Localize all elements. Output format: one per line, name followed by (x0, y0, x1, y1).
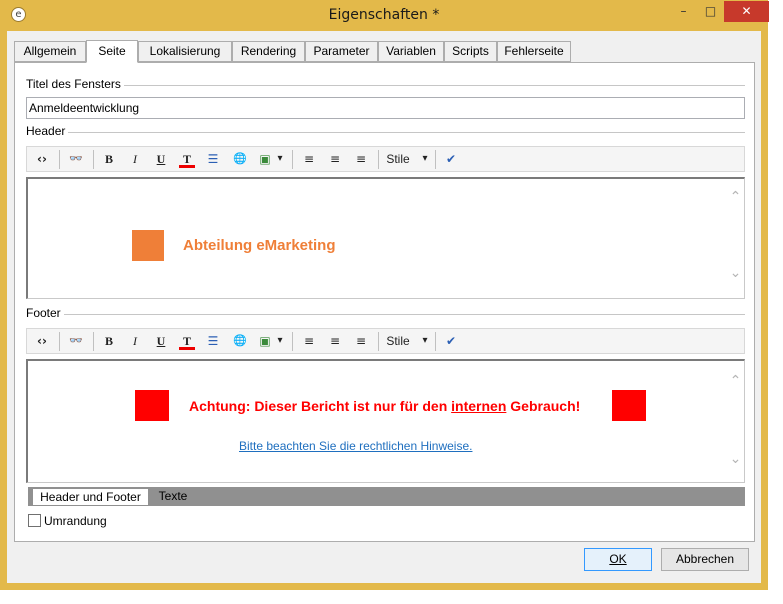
footer-label: Footer (26, 306, 64, 320)
header-toolbar: ‹› 👓 B I U T ☰ 🌐 ▣ ▾ ≡ ≡ ≡ Stile ▾ ✔ (26, 146, 745, 172)
align-right-icon[interactable]: ≡ (353, 150, 369, 168)
toolbar-separator (435, 150, 436, 169)
cancel-button-label: Abbrechen (675, 552, 735, 566)
source-code-icon[interactable]: ‹› (33, 150, 51, 168)
tab-seite[interactable]: Seite (86, 40, 138, 63)
tab-scripts[interactable]: Scripts (444, 41, 497, 62)
group-divider (66, 132, 745, 133)
text-color-button[interactable]: T (179, 332, 195, 350)
style-dropdown-icon[interactable]: ▾ (419, 332, 431, 350)
find-icon[interactable]: 👓 (66, 150, 86, 168)
underline-button[interactable]: U (153, 150, 169, 168)
toolbar-separator (93, 150, 94, 169)
footer-warning: Achtung: Dieser Bericht ist nur für den … (189, 398, 580, 414)
footer-toolbar: ‹› 👓 B I U T ☰ 🌐 ▣ ▾ ≡ ≡ ≡ Stile ▾ ✔ (26, 328, 745, 354)
align-right-icon[interactable]: ≡ (353, 332, 369, 350)
tab-header-und-footer[interactable]: Header und Footer (32, 488, 149, 506)
align-left-icon[interactable]: ≡ (301, 332, 317, 350)
title-bar: e Eigenschaften * – □ ✕ (0, 0, 769, 31)
toolbar-separator (93, 332, 94, 351)
toolbar-separator (435, 332, 436, 351)
ok-button[interactable]: OK (584, 548, 652, 571)
close-button[interactable]: ✕ (724, 1, 769, 22)
toolbar-separator (59, 332, 60, 351)
image-icon[interactable]: ▣ (257, 332, 273, 350)
tab-parameter[interactable]: Parameter (305, 41, 378, 62)
align-center-icon[interactable]: ≡ (327, 150, 343, 168)
align-left-icon[interactable]: ≡ (301, 150, 317, 168)
italic-button[interactable]: I (127, 332, 143, 350)
tab-fehlerseite[interactable]: Fehlerseite (497, 41, 571, 62)
footer-editor[interactable]: Achtung: Dieser Bericht ist nur für den … (26, 359, 745, 483)
link-icon[interactable]: 🌐 (231, 150, 249, 168)
toolbar-separator (292, 332, 293, 351)
header-label: Header (26, 124, 69, 138)
border-checkbox[interactable] (28, 514, 41, 527)
tab-lokalisierung[interactable]: Lokalisierung (138, 41, 232, 62)
scroll-down-icon[interactable]: ⌄ (729, 451, 742, 467)
image-dropdown-icon[interactable]: ▾ (275, 150, 285, 168)
list-icon[interactable]: ☰ (205, 332, 221, 350)
scroll-down-icon[interactable]: ⌄ (729, 265, 742, 281)
header-heading: Abteilung eMarketing (183, 237, 336, 254)
border-checkbox-label: Umrandung (44, 514, 107, 528)
text-color-button[interactable]: T (179, 150, 195, 168)
find-icon[interactable]: 👓 (66, 332, 86, 350)
orange-logo-block (132, 230, 164, 261)
scroll-up-icon[interactable]: ⌃ (729, 189, 742, 205)
image-dropdown-icon[interactable]: ▾ (275, 332, 285, 350)
tab-variablen[interactable]: Variablen (378, 41, 444, 62)
tab-texte[interactable]: Texte (152, 488, 194, 506)
style-select[interactable]: Stile (385, 150, 411, 168)
toolbar-separator (292, 150, 293, 169)
list-icon[interactable]: ☰ (205, 150, 221, 168)
warning-text: Achtung: Dieser Bericht ist nur für den (189, 398, 452, 414)
align-center-icon[interactable]: ≡ (327, 332, 343, 350)
maximize-button[interactable]: □ (697, 1, 724, 22)
cancel-button[interactable]: Abbrechen (661, 548, 749, 571)
tab-allgemein[interactable]: Allgemein (14, 41, 86, 62)
red-block-right (612, 390, 646, 421)
source-code-icon[interactable]: ‹› (33, 332, 51, 350)
header-scrollbar[interactable]: ⌃ ⌄ (727, 179, 744, 298)
window-title: Eigenschaften * (328, 7, 440, 23)
toolbar-separator (378, 150, 379, 169)
image-icon[interactable]: ▣ (257, 150, 273, 168)
minimize-button[interactable]: – (670, 1, 697, 22)
style-select[interactable]: Stile (385, 332, 411, 350)
spellcheck-icon[interactable]: ✔ (443, 332, 459, 350)
italic-button[interactable]: I (127, 150, 143, 168)
red-block-left (135, 390, 169, 421)
spellcheck-icon[interactable]: ✔ (443, 150, 459, 168)
link-icon[interactable]: 🌐 (231, 332, 249, 350)
bold-button[interactable]: B (101, 150, 117, 168)
toolbar-separator (59, 150, 60, 169)
window-title-label: Titel des Fensters (26, 77, 124, 91)
window-title-input[interactable] (26, 97, 745, 119)
ok-button-label: OK (609, 552, 627, 566)
scroll-up-icon[interactable]: ⌃ (729, 373, 742, 389)
footer-scrollbar[interactable]: ⌃ ⌄ (727, 361, 744, 482)
header-editor[interactable]: Abteilung eMarketing ⌃ ⌄ (26, 177, 745, 299)
toolbar-separator (378, 332, 379, 351)
warning-underlined: internen (451, 398, 507, 414)
legal-notice-link[interactable]: Bitte beachten Sie die rechtlichen Hinwe… (239, 439, 472, 453)
warning-suffix: Gebrauch! (506, 398, 581, 414)
style-dropdown-icon[interactable]: ▾ (419, 150, 431, 168)
group-divider (120, 85, 745, 86)
underline-button[interactable]: U (153, 332, 169, 350)
bold-button[interactable]: B (101, 332, 117, 350)
tab-rendering[interactable]: Rendering (232, 41, 305, 62)
group-divider (62, 314, 745, 315)
editor-mode-tabs: Header und Footer Texte (28, 487, 745, 506)
